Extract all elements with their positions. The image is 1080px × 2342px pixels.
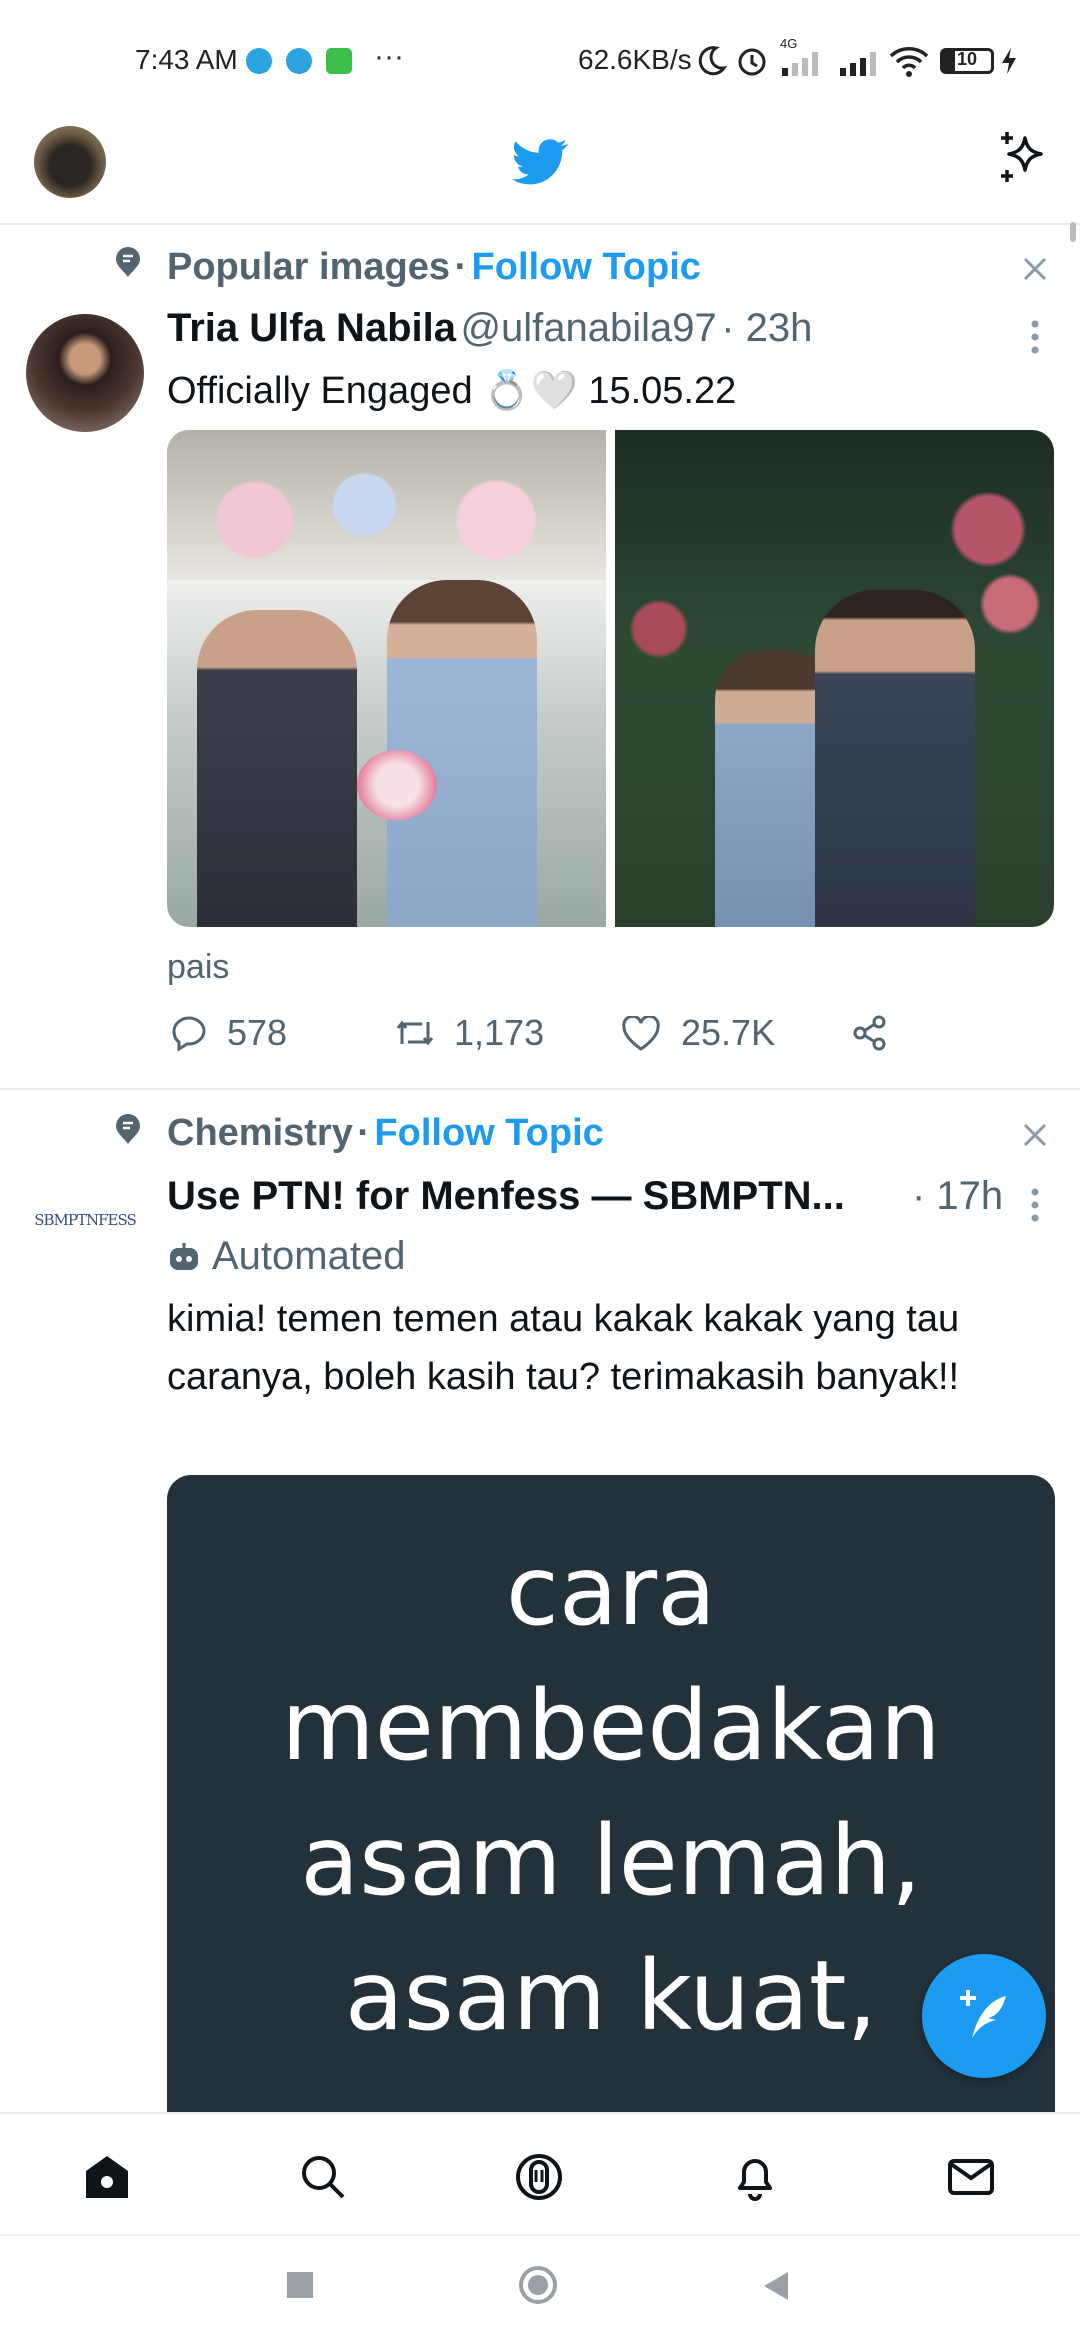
notifications-bell-icon[interactable] xyxy=(730,2152,780,2202)
tweet-image-card[interactable]: cara membedakan asam lemah, asam kuat, xyxy=(167,1475,1055,2135)
moon-icon xyxy=(698,46,728,76)
share-icon[interactable] xyxy=(851,1014,889,1052)
tweet-time: · 23h xyxy=(721,306,813,350)
twitter-bird-icon[interactable] xyxy=(512,138,568,186)
charging-icon xyxy=(1002,48,1016,74)
topic-icon xyxy=(116,247,140,277)
signal-icon xyxy=(782,52,818,76)
spaces-icon[interactable] xyxy=(514,2152,564,2202)
search-icon[interactable] xyxy=(298,2152,348,2202)
network-type: 4G xyxy=(780,36,798,51)
bottom-navigation xyxy=(0,2112,1080,2236)
tweet-header: Use PTN! for Menfess — SBMPTN... xyxy=(167,1174,907,1219)
status-time: 7:43 AM xyxy=(135,44,238,75)
close-icon[interactable] xyxy=(1022,256,1048,282)
tweet-caption: pais xyxy=(167,948,230,986)
more-notifications-icon: ··· xyxy=(374,40,404,73)
tweet-photo[interactable] xyxy=(615,430,1054,927)
more-options-icon[interactable] xyxy=(1031,1188,1039,1222)
author-avatar[interactable] xyxy=(26,314,144,432)
battery-icon: 10 xyxy=(940,48,994,74)
card-text-line: membedakan xyxy=(281,1670,941,1782)
telegram-icon xyxy=(246,48,272,74)
author-handle[interactable]: @ulfanabila97 xyxy=(460,306,716,350)
card-text-line: asam lemah, xyxy=(300,1805,922,1917)
compose-feather-icon xyxy=(960,1990,1006,2038)
author-avatar[interactable]: SBMPTNFESS xyxy=(26,1198,144,1242)
profile-avatar[interactable] xyxy=(34,126,106,198)
avatar-logo-text: SBMPTNFESS xyxy=(34,1211,137,1229)
topic-row: Popular images · Follow Topic xyxy=(167,246,701,289)
tweet-time: · 17h xyxy=(912,1174,1004,1218)
topic-name: Popular images xyxy=(167,246,450,288)
reply-icon[interactable] xyxy=(170,1014,208,1052)
tweet-text: kimia! temen temen atau kakak kakak yang… xyxy=(167,1298,960,1398)
battery-level: 10 xyxy=(957,49,978,69)
system-navigation-bar xyxy=(0,2234,1080,2342)
app-notification-icon xyxy=(326,48,352,74)
retweet-count: 1,173 xyxy=(454,1012,545,1053)
person-figure xyxy=(815,590,975,927)
card-text-line: cara xyxy=(506,1535,716,1647)
like-icon[interactable] xyxy=(621,1016,661,1052)
back-triangle-icon[interactable] xyxy=(762,2270,790,2302)
alarm-icon xyxy=(738,48,766,76)
automated-label: Automated xyxy=(212,1234,406,1278)
topic-row: Chemistry · Follow Topic xyxy=(167,1112,604,1155)
telegram-icon xyxy=(286,48,312,74)
reply-count: 578 xyxy=(227,1012,288,1053)
network-speed: 62.6KB/s xyxy=(578,44,692,75)
like-count: 25.7K xyxy=(681,1012,776,1053)
signal-icon xyxy=(840,52,876,76)
status-bar: 7:43 AM ··· 62.6KB/s 4G 10 xyxy=(0,0,1080,115)
home-circle-icon[interactable] xyxy=(519,2266,557,2304)
topic-separator: · xyxy=(357,1112,370,1154)
wifi-icon xyxy=(889,47,929,77)
flower-arch xyxy=(167,430,606,580)
tweet-photo[interactable] xyxy=(167,430,606,927)
follow-topic-button[interactable]: Follow Topic xyxy=(374,1112,603,1154)
author-name[interactable]: Tria Ulfa Nabila xyxy=(167,306,456,350)
follow-topic-button[interactable]: Follow Topic xyxy=(472,246,701,288)
topic-icon xyxy=(116,1114,140,1144)
topic-separator: · xyxy=(454,246,468,288)
bouquet xyxy=(357,750,437,820)
author-name[interactable]: Use PTN! for Menfess — SBMPTN... xyxy=(167,1174,845,1218)
person-figure xyxy=(197,610,357,927)
compose-tweet-button[interactable] xyxy=(922,1954,1046,2078)
topic-name: Chemistry xyxy=(167,1112,353,1154)
home-icon[interactable] xyxy=(82,2152,132,2202)
tweet-header: Tria Ulfa Nabila @ulfanabila97 · 23h xyxy=(167,306,812,351)
retweet-icon[interactable] xyxy=(394,1014,436,1052)
robot-icon xyxy=(170,1243,198,1270)
recent-apps-icon[interactable] xyxy=(287,2272,313,2298)
sparkle-icon[interactable] xyxy=(995,130,1051,186)
more-options-icon[interactable] xyxy=(1031,320,1039,354)
messages-mail-icon[interactable] xyxy=(946,2152,996,2202)
tweet[interactable]: Popular images · Follow Topic Tria Ulfa … xyxy=(0,226,1080,1088)
card-text-line: asam kuat, xyxy=(344,1940,878,2052)
close-icon[interactable] xyxy=(1022,1122,1048,1148)
tweet-text: Officially Engaged 💍🤍 15.05.22 xyxy=(167,370,737,412)
